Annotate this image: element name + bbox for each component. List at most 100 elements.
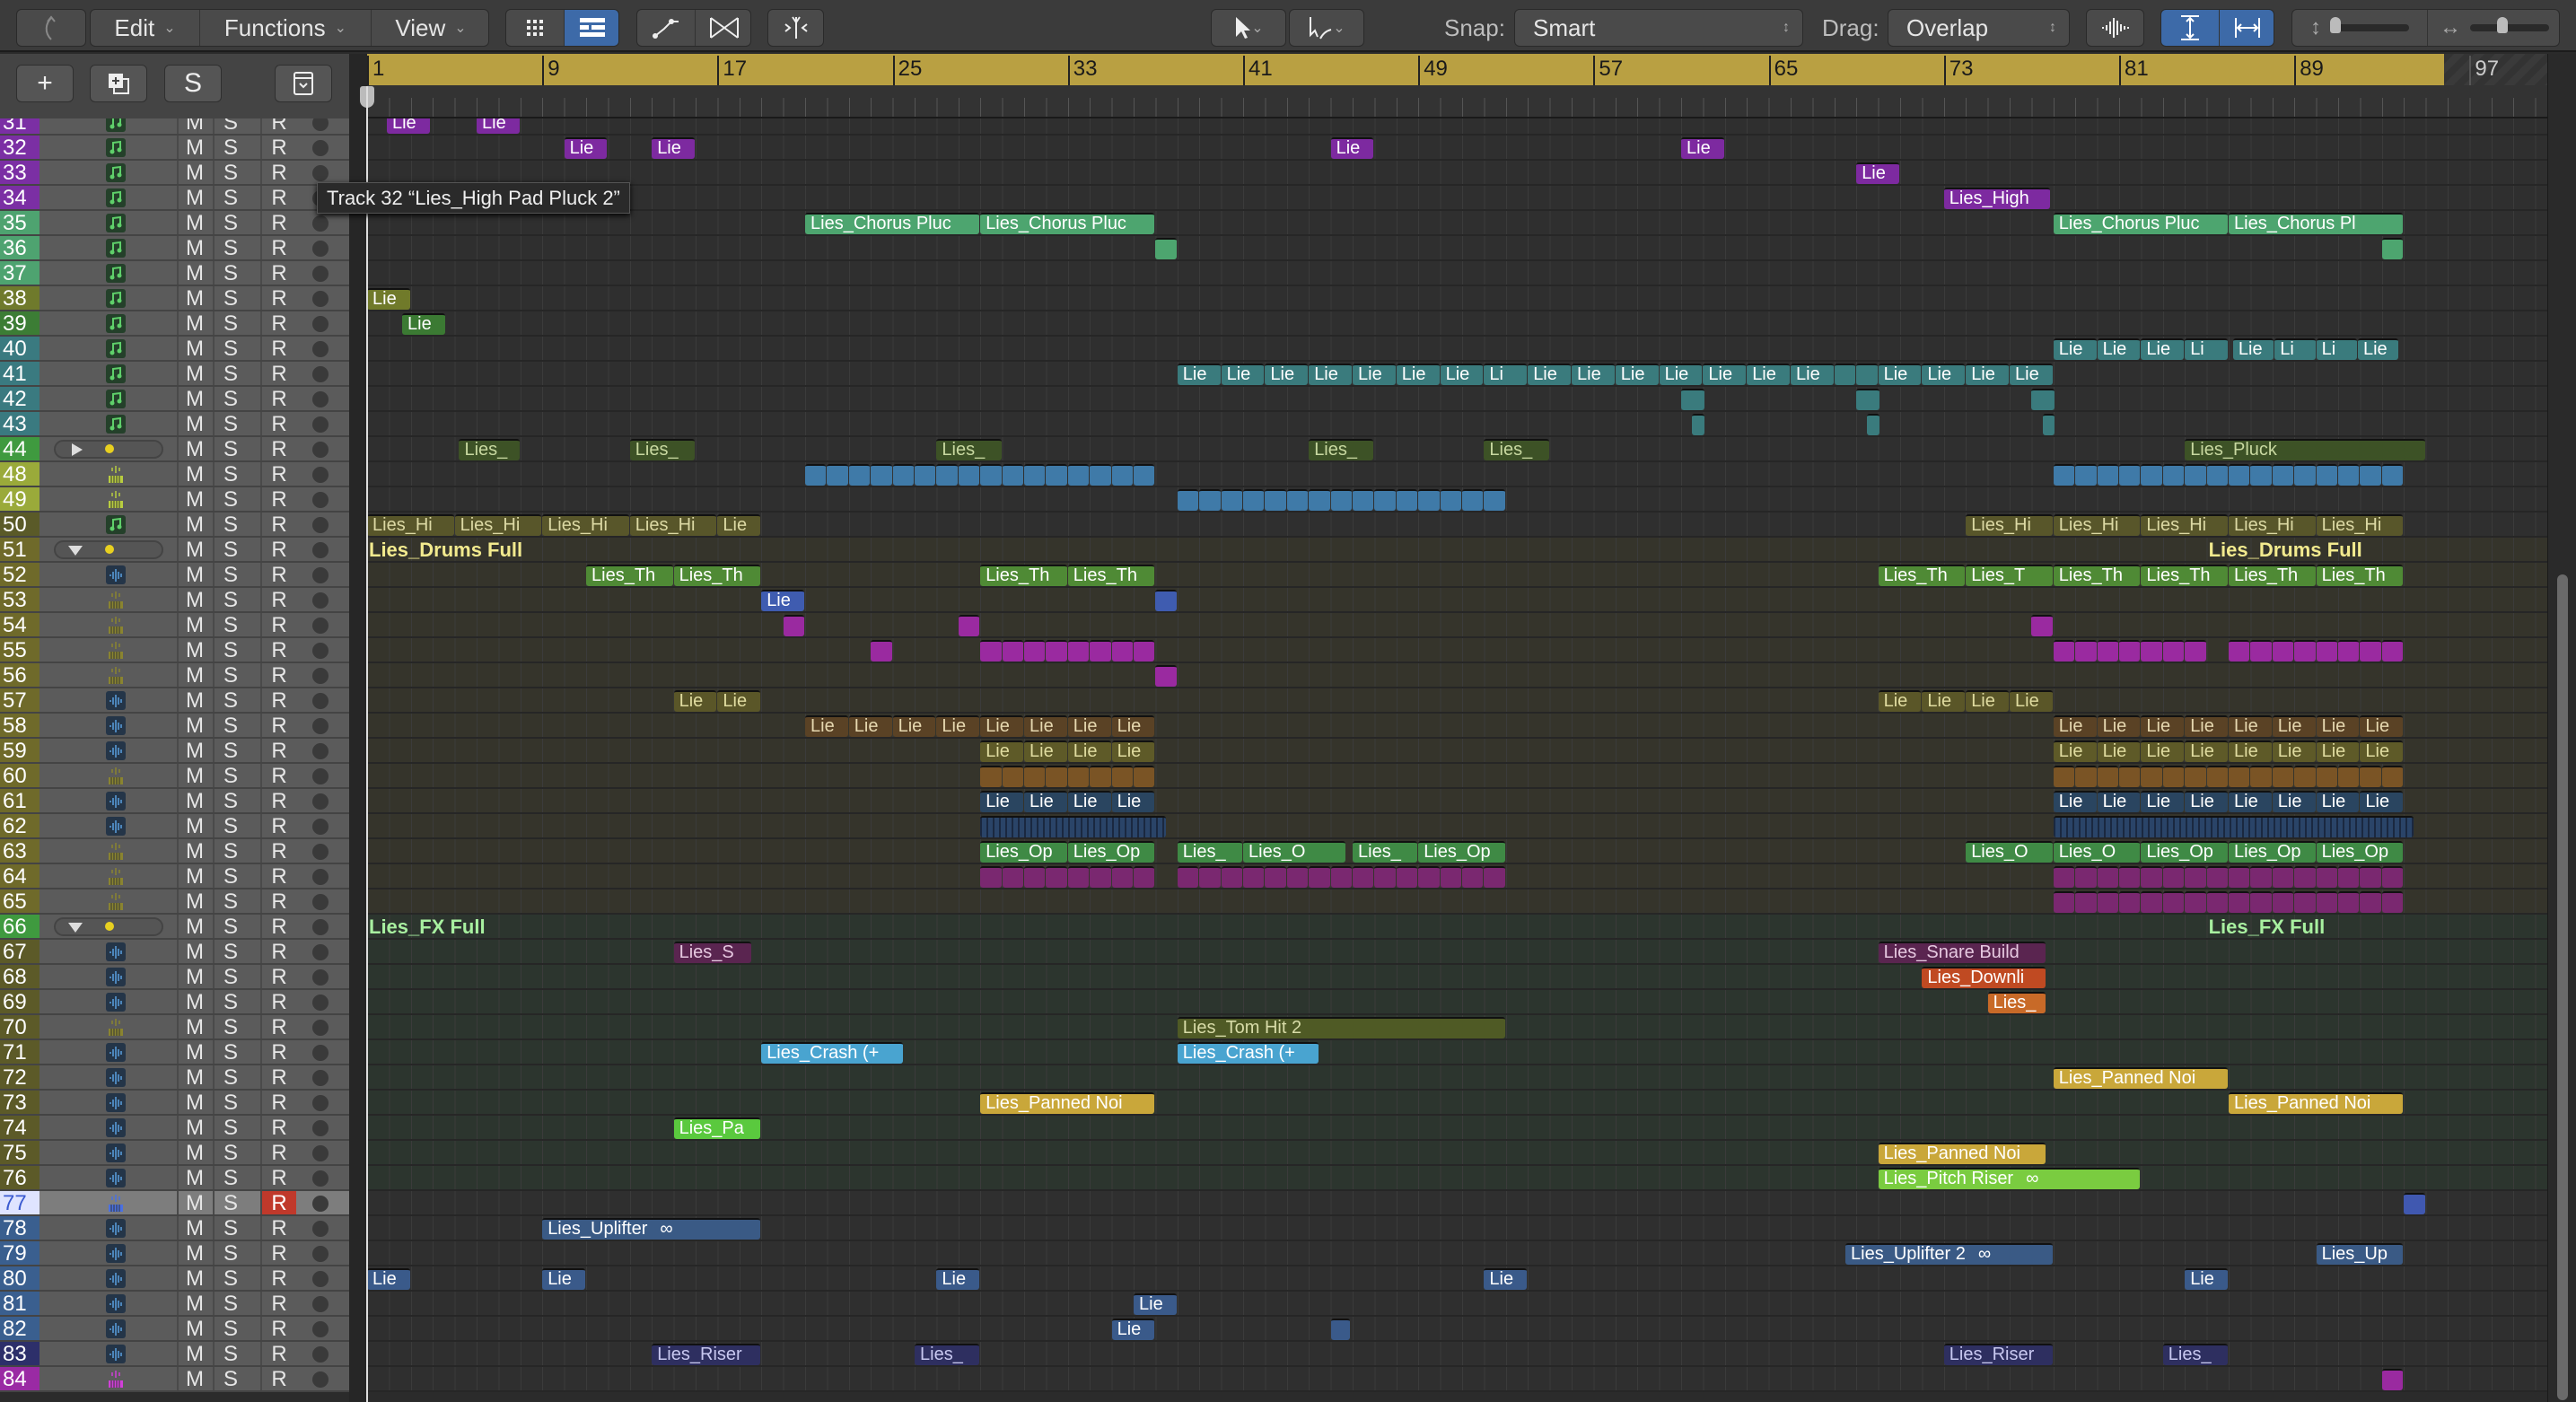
input-monitor-button[interactable] bbox=[312, 241, 329, 257]
solo-button[interactable]: S bbox=[213, 1317, 247, 1341]
mute-button[interactable]: M bbox=[177, 236, 211, 260]
mute-button[interactable]: M bbox=[177, 161, 211, 185]
track-header-61[interactable]: 61 M S R bbox=[0, 789, 349, 814]
region[interactable] bbox=[2381, 464, 2404, 486]
solo-button[interactable]: S bbox=[213, 789, 247, 813]
region[interactable] bbox=[871, 640, 892, 662]
region[interactable] bbox=[2360, 866, 2381, 888]
track-lane-61[interactable]: Lie Lie Lie Lie Lie Lie Lie Lie Lie Lie Lie Lie bbox=[367, 789, 2547, 814]
region[interactable] bbox=[980, 816, 1166, 837]
region[interactable]: Lies_Crash (+ bbox=[1177, 1042, 1319, 1064]
region[interactable] bbox=[1024, 766, 1046, 787]
region[interactable] bbox=[2272, 866, 2294, 888]
region[interactable] bbox=[1199, 866, 1221, 888]
region[interactable]: Lie bbox=[980, 740, 1023, 762]
track-header-41[interactable]: 41 M S R bbox=[0, 362, 349, 387]
region[interactable] bbox=[2294, 464, 2316, 486]
region[interactable] bbox=[2229, 640, 2250, 662]
record-button[interactable]: R bbox=[260, 1091, 296, 1115]
track-header-83[interactable]: 83 M S R bbox=[0, 1342, 349, 1367]
solo-button[interactable]: S bbox=[213, 613, 247, 637]
region[interactable] bbox=[936, 464, 958, 486]
region[interactable] bbox=[2119, 640, 2141, 662]
record-button[interactable]: R bbox=[260, 136, 296, 160]
record-button[interactable]: R bbox=[260, 714, 296, 738]
region[interactable]: Lie bbox=[2097, 338, 2141, 360]
mute-button[interactable]: M bbox=[177, 940, 211, 964]
solo-button[interactable]: S bbox=[213, 764, 247, 788]
folder-region-label[interactable]: Lies_FX Full bbox=[369, 916, 486, 939]
region[interactable] bbox=[2404, 1193, 2425, 1214]
grid-view-button[interactable] bbox=[506, 10, 564, 46]
track-header-58[interactable]: 58 M S R bbox=[0, 714, 349, 739]
region[interactable]: Lies_Th bbox=[2316, 565, 2404, 586]
track-header-81[interactable]: 81 M S R bbox=[0, 1292, 349, 1317]
input-monitor-button[interactable] bbox=[312, 1221, 329, 1237]
region[interactable]: Lie bbox=[1221, 364, 1265, 385]
region[interactable]: Lie bbox=[1528, 364, 1571, 385]
track-stack-disclosure[interactable] bbox=[54, 440, 163, 459]
region[interactable] bbox=[2162, 464, 2185, 486]
region[interactable]: Lie bbox=[2097, 715, 2141, 737]
solo-button[interactable]: S bbox=[213, 1065, 247, 1090]
record-button[interactable]: R bbox=[260, 1317, 296, 1341]
solo-button[interactable]: S bbox=[213, 387, 247, 411]
input-monitor-button[interactable] bbox=[312, 118, 329, 131]
region[interactable] bbox=[2075, 640, 2097, 662]
region[interactable]: Lie bbox=[2053, 791, 2097, 812]
region[interactable]: Lies_Op bbox=[980, 841, 1067, 863]
region[interactable]: Lies_Op bbox=[2229, 841, 2316, 863]
region[interactable] bbox=[2185, 866, 2206, 888]
region[interactable] bbox=[2097, 891, 2118, 913]
region[interactable]: Lie bbox=[1265, 364, 1309, 385]
input-monitor-button[interactable] bbox=[312, 668, 329, 684]
region[interactable]: Lies_Th bbox=[1878, 565, 1966, 586]
record-button[interactable]: R bbox=[260, 739, 296, 763]
mute-button[interactable]: M bbox=[177, 588, 211, 612]
pointer-tool-button[interactable]: ⌄ bbox=[1211, 9, 1286, 47]
input-monitor-button[interactable] bbox=[312, 215, 329, 232]
region[interactable] bbox=[1681, 389, 1704, 410]
region[interactable]: Lie bbox=[936, 1268, 980, 1290]
track-lane-80[interactable]: Lie Lie Lie Lie Lie bbox=[367, 1266, 2547, 1292]
region[interactable]: Lie bbox=[2097, 791, 2141, 812]
region[interactable]: Lie bbox=[1659, 364, 1703, 385]
track-header-48[interactable]: 48 M S R bbox=[0, 462, 349, 487]
track-lane-81[interactable]: Lie bbox=[367, 1292, 2547, 1317]
solo-button[interactable]: S bbox=[213, 688, 247, 713]
mute-button[interactable]: M bbox=[177, 688, 211, 713]
region[interactable]: Lies_O bbox=[2053, 841, 2141, 863]
vertical-zoom-slider[interactable]: ↕ bbox=[2292, 10, 2427, 46]
record-button[interactable]: R bbox=[260, 387, 296, 411]
horizontal-zoom-fit-button[interactable] bbox=[2219, 10, 2274, 46]
region[interactable] bbox=[1111, 464, 1133, 486]
input-monitor-button[interactable] bbox=[312, 266, 329, 282]
mute-button[interactable]: M bbox=[177, 1116, 211, 1140]
track-header-74[interactable]: 74 M S R bbox=[0, 1116, 349, 1141]
region[interactable] bbox=[1177, 866, 1199, 888]
region[interactable]: Lie bbox=[2360, 791, 2404, 812]
solo-button[interactable]: S bbox=[213, 940, 247, 964]
track-lane-75[interactable]: Lies_Panned Noi bbox=[367, 1141, 2547, 1166]
ruler-ticks[interactable] bbox=[367, 85, 2547, 118]
region[interactable] bbox=[1286, 866, 1309, 888]
disclosure-down-icon[interactable] bbox=[56, 919, 163, 935]
input-monitor-button[interactable] bbox=[312, 995, 329, 1011]
track-lane-51[interactable]: Lies_Drums Full Lies_Drums Full bbox=[367, 538, 2547, 563]
edit-menu[interactable]: Edit ⌄ bbox=[91, 10, 199, 46]
solo-button[interactable]: S bbox=[213, 1040, 247, 1065]
track-lane-77[interactable] bbox=[367, 1191, 2547, 1216]
region[interactable] bbox=[2141, 640, 2162, 662]
region[interactable] bbox=[2162, 891, 2185, 913]
region[interactable] bbox=[1002, 766, 1023, 787]
mute-button[interactable]: M bbox=[177, 1266, 211, 1291]
solo-button[interactable]: S bbox=[213, 412, 247, 436]
track-stack-disclosure[interactable] bbox=[54, 917, 163, 936]
input-monitor-button[interactable] bbox=[312, 592, 329, 609]
region[interactable]: Lies_S bbox=[673, 942, 752, 963]
flex-button[interactable] bbox=[695, 10, 750, 46]
region[interactable]: Lie bbox=[761, 590, 804, 611]
mute-button[interactable]: M bbox=[177, 1015, 211, 1039]
region[interactable] bbox=[915, 464, 936, 486]
mute-button[interactable]: M bbox=[177, 990, 211, 1014]
